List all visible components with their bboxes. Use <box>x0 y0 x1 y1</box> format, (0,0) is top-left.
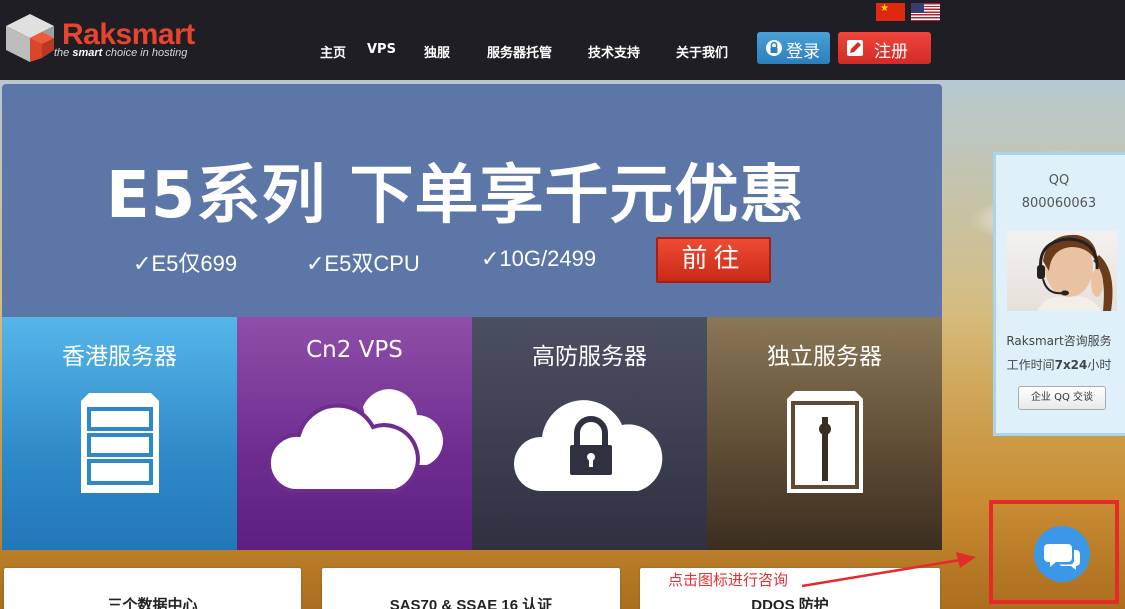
qq-chat-button[interactable]: 企业 QQ 交谈 <box>1018 386 1106 410</box>
nav-item-home[interactable]: 主页 <box>320 42 346 61</box>
qq-title: QQ <box>1048 173 1070 188</box>
tile-label: 独立服务器 <box>767 344 882 370</box>
card-certification[interactable]: SAS70 & SSAE 16 认证 <box>322 568 620 609</box>
cloud-icon <box>267 389 443 493</box>
tile-label: 香港服务器 <box>62 344 177 370</box>
site-header: Raksmart the smart choice in hosting ★ 主… <box>0 0 1125 80</box>
register-button[interactable]: 注册 <box>838 32 931 64</box>
cloud-lock-icon <box>513 400 663 491</box>
qq-number: 800060063 <box>1021 196 1097 211</box>
lock-icon <box>766 40 782 56</box>
tile-ddos-server[interactable]: 高防服务器 <box>472 317 707 550</box>
card-title: 三个数据中心 <box>107 597 198 609</box>
promo-banner: E5系列 下单享千元优惠 ✓E5仅699 ✓E5双CPU ✓10G/2499 前… <box>2 84 942 317</box>
chat-button[interactable] <box>1034 526 1090 582</box>
feature-dual-cpu: ✓E5双CPU <box>306 251 420 276</box>
server-icon <box>81 393 159 493</box>
goto-button[interactable]: 前往 <box>656 237 771 283</box>
qq-support-panel: QQ 800060063 Raksmart咨询服务 工作时间7x24小时 企业 … <box>993 152 1125 436</box>
nav-item-vps[interactable]: VPS <box>367 42 396 57</box>
raksmart-logo[interactable]: Raksmart the smart choice in hosting <box>2 10 195 66</box>
card-title: DDOS 防护 <box>751 597 829 609</box>
tile-dedicated-server[interactable]: 独立服务器 <box>707 317 942 550</box>
chat-bubbles-icon <box>1044 544 1080 570</box>
banner-title: E5系列 下单享千元优惠 <box>106 159 805 233</box>
tile-hk-server[interactable]: 香港服务器 <box>2 317 237 550</box>
support-agent-photo <box>1007 231 1117 311</box>
card-title: SAS70 & SSAE 16 认证 <box>389 597 553 609</box>
tile-label: 高防服务器 <box>532 344 647 370</box>
us-flag-icon[interactable] <box>911 3 940 21</box>
annotation-text: 点击图标进行咨询 <box>668 571 789 589</box>
tile-label: Cn2 VPS <box>306 337 403 363</box>
annotation-arrow-icon <box>801 552 976 588</box>
logo-tagline: the smart choice in hosting <box>54 47 188 59</box>
feature-10g: ✓10G/2499 <box>481 246 597 271</box>
server-tower-icon <box>787 391 863 493</box>
nav-item-dedicated[interactable]: 独服 <box>424 42 450 61</box>
qq-hours-text: 工作时间7x24小时 <box>1006 358 1112 372</box>
nav-item-about[interactable]: 关于我们 <box>676 42 728 61</box>
nav-item-colocation[interactable]: 服务器托管 <box>487 42 552 61</box>
nav-item-support[interactable]: 技术支持 <box>588 42 640 61</box>
register-label: 注册 <box>874 42 908 62</box>
logo-cube-icon <box>6 14 54 62</box>
login-button[interactable]: 登录 <box>757 32 830 64</box>
tile-cn2-vps[interactable]: Cn2 VPS <box>237 317 472 550</box>
pencil-icon <box>847 40 863 56</box>
card-datacenters[interactable]: 三个数据中心 <box>4 568 301 609</box>
qq-service-text: Raksmart咨询服务 <box>1006 334 1112 348</box>
cn-flag-icon[interactable]: ★ <box>876 3 905 21</box>
login-label: 登录 <box>786 42 820 62</box>
feature-price: ✓E5仅699 <box>133 251 238 276</box>
